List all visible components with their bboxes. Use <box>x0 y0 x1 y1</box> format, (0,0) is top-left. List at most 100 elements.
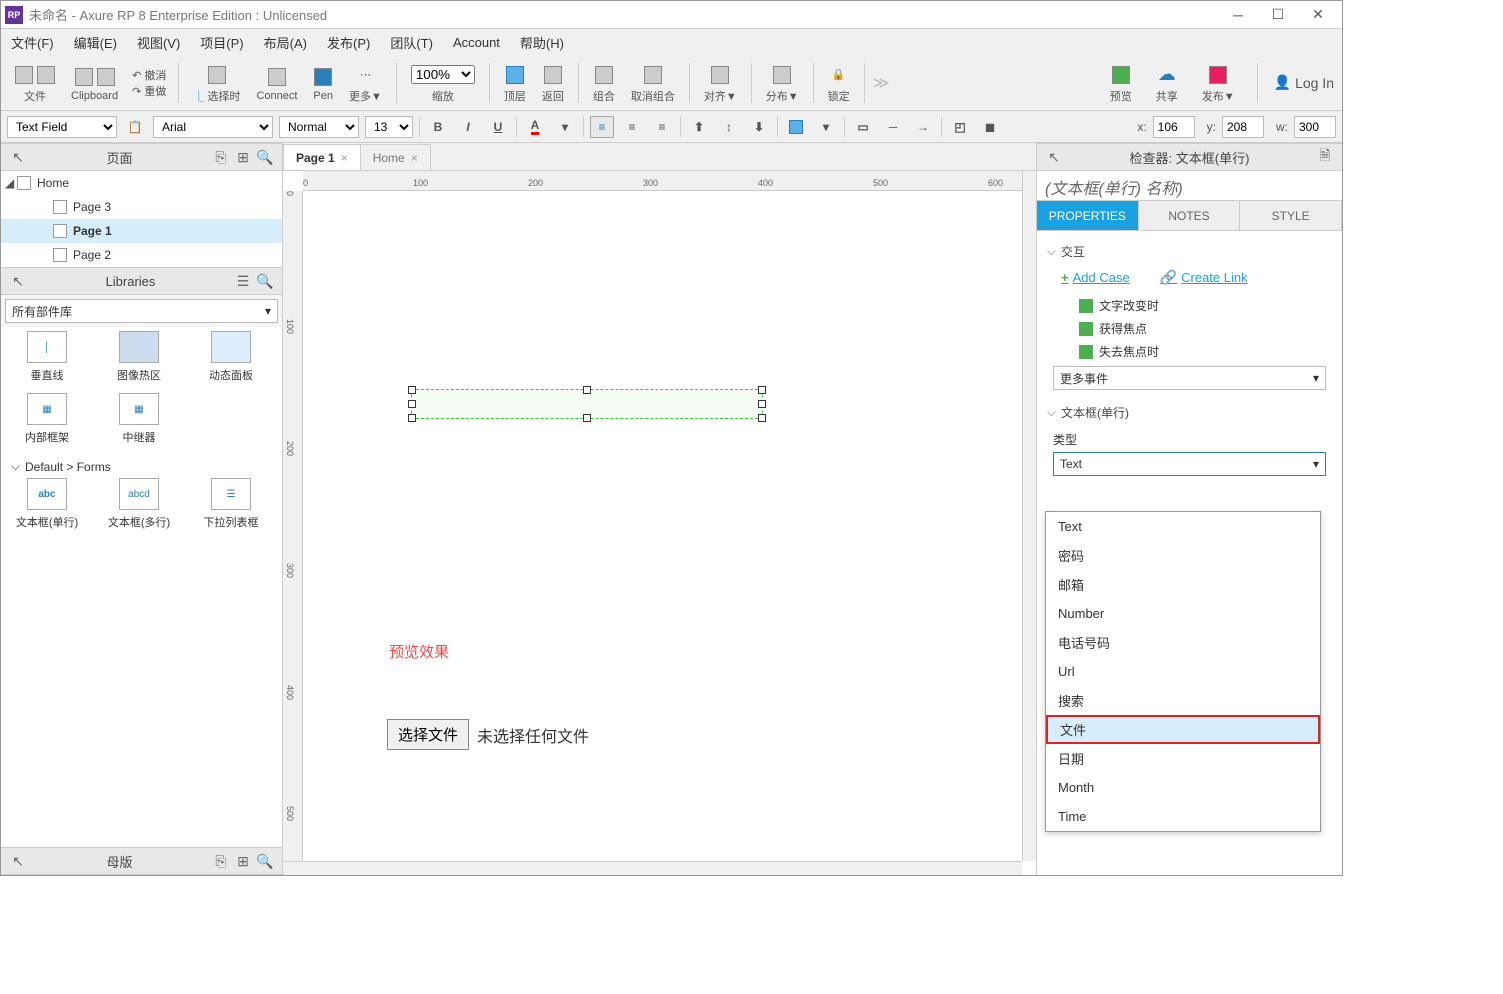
tab-page1[interactable]: Page 1× <box>283 144 361 170</box>
add-case-link[interactable]: +Add Case <box>1061 270 1130 285</box>
fill-button[interactable] <box>784 116 808 138</box>
add-folder-icon[interactable]: ⊞ <box>234 852 252 870</box>
menu-help[interactable]: 帮助(H) <box>514 31 570 54</box>
textcolor-button[interactable]: A <box>523 116 547 138</box>
event-textchange[interactable]: 文字改变时 <box>1079 297 1332 314</box>
add-master-icon[interactable]: ⎘ <box>212 852 230 870</box>
x-input[interactable] <box>1153 116 1195 138</box>
lib-iframe[interactable]: ▦内部框架 <box>5 393 89 445</box>
type-option-time[interactable]: Time <box>1046 802 1320 831</box>
add-page-icon[interactable]: ⎘ <box>212 148 230 166</box>
lib-dynpanel[interactable]: 动态面板 <box>189 331 273 383</box>
linestyle-button[interactable]: ─ <box>881 116 905 138</box>
search-icon[interactable]: 🔍 <box>256 272 274 290</box>
menu-account[interactable]: Account <box>447 33 506 52</box>
tool-select[interactable]: ⎿ 选择时 <box>187 62 246 104</box>
collapse-icon[interactable]: ↖ <box>9 272 27 290</box>
type-option-month[interactable]: Month <box>1046 773 1320 802</box>
collapse-icon[interactable]: ↖ <box>1045 148 1063 166</box>
menu-view[interactable]: 视图(V) <box>131 31 186 54</box>
tab-home[interactable]: Home× <box>360 144 431 170</box>
tab-style[interactable]: STYLE <box>1240 201 1342 230</box>
type-select[interactable]: Text▾ <box>1053 452 1326 476</box>
valign-top-button[interactable]: ⬆ <box>687 116 711 138</box>
tool-preview[interactable]: 预览 <box>1104 62 1138 104</box>
bold-button[interactable]: B <box>426 116 450 138</box>
page-row-page2[interactable]: Page 2 <box>1 243 282 267</box>
paste-format-icon[interactable]: 📋 <box>123 116 147 138</box>
tab-notes[interactable]: NOTES <box>1139 201 1241 230</box>
collapse-icon[interactable]: ↖ <box>9 148 27 166</box>
tool-ungroup[interactable]: 取消组合 <box>625 62 681 104</box>
type-option-date[interactable]: 日期 <box>1046 744 1320 773</box>
more-events-select[interactable]: 更多事件▾ <box>1053 366 1326 390</box>
event-blur[interactable]: 失去焦点时 <box>1079 343 1332 360</box>
type-option-search[interactable]: 搜索 <box>1046 686 1320 715</box>
valign-mid-button[interactable]: ↕ <box>717 116 741 138</box>
page-row-home[interactable]: ◢Home <box>1 171 282 195</box>
border-button[interactable]: ▭ <box>851 116 875 138</box>
corner-button[interactable]: ◰ <box>948 116 972 138</box>
tool-group[interactable]: 组合 <box>587 62 621 104</box>
menu-edit[interactable]: 编辑(E) <box>68 31 123 54</box>
align-right-button[interactable]: ≡ <box>650 116 674 138</box>
italic-button[interactable]: I <box>456 116 480 138</box>
tool-zoom[interactable]: 100%缩放 <box>405 62 481 104</box>
type-option-url[interactable]: Url <box>1046 657 1320 686</box>
font-select[interactable]: Arial <box>153 116 273 138</box>
valign-bot-button[interactable]: ⬇ <box>747 116 771 138</box>
tool-lock[interactable]: 🔒锁定 <box>822 62 856 104</box>
minimize-button[interactable]: ─ <box>1218 3 1258 27</box>
collapse-icon[interactable]: ↖ <box>9 852 27 870</box>
widget-type-select[interactable]: Text Field <box>7 116 117 138</box>
y-input[interactable] <box>1222 116 1264 138</box>
w-input[interactable] <box>1294 116 1336 138</box>
close-icon[interactable]: × <box>341 151 348 165</box>
tool-publish[interactable]: 发布▼ <box>1196 62 1241 104</box>
canvas-scrollbar-v[interactable] <box>1022 171 1036 861</box>
menu-publish[interactable]: 发布(P) <box>321 31 376 54</box>
forms-category[interactable]: ⌵Default > Forms <box>5 455 278 478</box>
fontsize-select[interactable]: 13 <box>365 116 413 138</box>
tab-properties[interactable]: PROPERTIES <box>1037 201 1139 230</box>
more-fill-button[interactable]: ▾ <box>814 116 838 138</box>
type-option-email[interactable]: 邮箱 <box>1046 570 1320 599</box>
type-option-text[interactable]: Text <box>1046 512 1320 541</box>
menu-layout[interactable]: 布局(A) <box>258 31 313 54</box>
redo-button[interactable]: ↷ 重做 <box>132 83 166 99</box>
tool-connect[interactable]: Connect <box>250 64 303 102</box>
lib-repeater[interactable]: ▦中继器 <box>97 393 181 445</box>
close-icon[interactable]: × <box>411 151 418 165</box>
tool-file[interactable]: 文件 <box>9 62 61 104</box>
undo-button[interactable]: ↶ 撤消 <box>132 67 166 83</box>
interact-section[interactable]: ⌵交互 <box>1047 239 1332 264</box>
page-row-page3[interactable]: Page 3 <box>1 195 282 219</box>
event-focus[interactable]: 获得焦点 <box>1079 320 1332 337</box>
lib-vline[interactable]: │垂直线 <box>5 331 89 383</box>
menu-icon[interactable]: ☰ <box>234 272 252 290</box>
close-button[interactable]: ✕ <box>1298 3 1338 27</box>
menu-project[interactable]: 项目(P) <box>194 31 249 54</box>
note-icon[interactable]: 🗎 <box>1316 148 1334 166</box>
lib-textarea[interactable]: abcd文本框(多行) <box>97 478 181 530</box>
tool-back[interactable]: 返回 <box>536 62 570 104</box>
search-icon[interactable]: 🔍 <box>256 852 274 870</box>
lib-hotspot[interactable]: 图像热区 <box>97 331 181 383</box>
create-link[interactable]: 🔗Create Link <box>1160 269 1248 286</box>
type-option-password[interactable]: 密码 <box>1046 541 1320 570</box>
type-option-number[interactable]: Number <box>1046 599 1320 628</box>
type-option-phone[interactable]: 电话号码 <box>1046 628 1320 657</box>
tool-pen[interactable]: Pen <box>307 64 339 102</box>
menu-file[interactable]: 文件(F) <box>5 31 60 54</box>
fontweight-select[interactable]: Normal <box>279 116 359 138</box>
library-select[interactable]: 所有部件库▾ <box>5 299 278 323</box>
menu-team[interactable]: 团队(T) <box>384 31 439 54</box>
selected-textfield-widget[interactable] <box>411 389 763 419</box>
type-option-file[interactable]: 文件 <box>1046 715 1320 744</box>
login-button[interactable]: 👤Log In <box>1274 74 1334 91</box>
arrow-button[interactable]: → <box>911 116 935 138</box>
underline-button[interactable]: U <box>486 116 510 138</box>
add-folder-icon[interactable]: ⊞ <box>234 148 252 166</box>
tool-align[interactable]: 对齐▼ <box>698 62 743 104</box>
tool-clipboard[interactable]: Clipboard <box>65 64 124 102</box>
